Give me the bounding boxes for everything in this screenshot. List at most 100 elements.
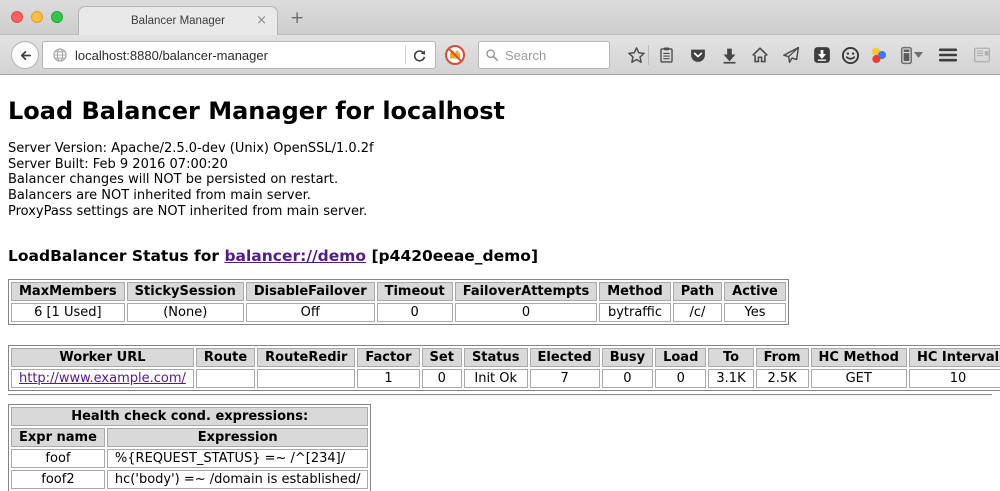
titlebar: Balancer Manager × + [0, 0, 1000, 35]
page-title: Load Balancer Manager for localhost [8, 75, 992, 125]
tab-title: Balancer Manager [131, 15, 225, 27]
table-header-row: MaxMembers StickySession DisableFailover… [11, 282, 786, 301]
column-header: Route [196, 348, 255, 367]
route-value [196, 369, 255, 388]
plugin-block-icon[interactable] [444, 44, 466, 66]
smiley-icon[interactable] [840, 45, 860, 65]
window-controls [11, 11, 63, 23]
minimize-icon[interactable] [31, 11, 43, 23]
table-row: 6 [1 Used] (None) Off 0 0 bytraffic /c/ … [11, 303, 786, 322]
heading-suffix: [p4420eeae_demo] [366, 247, 538, 265]
url-bar[interactable]: localhost:8880/balancer-manager [42, 41, 436, 69]
column-header: FailoverAttempts [455, 282, 598, 301]
hc-method-value: GET [811, 369, 907, 388]
clipboard-icon[interactable] [656, 45, 676, 65]
to-value: 3.1K [708, 369, 753, 388]
reload-button[interactable] [412, 48, 427, 63]
server-version-line: Server Version: Apache/2.5.0-dev (Unix) … [8, 141, 992, 157]
search-icon [485, 48, 499, 62]
worker-url-link[interactable]: http://www.example.com/ [19, 371, 186, 386]
column-header: Method [599, 282, 670, 301]
back-button[interactable] [11, 41, 39, 69]
pocket-icon[interactable] [688, 45, 708, 65]
server-info: Server Version: Apache/2.5.0-dev (Unix) … [8, 141, 992, 220]
table-row: foof %{REQUEST_STATUS} =~ /^[234]/ [11, 449, 368, 468]
column-header: MaxMembers [11, 282, 125, 301]
browser-window: Balancer Manager × + localhost:8880/bala… [0, 0, 1000, 491]
column-header: Busy [602, 348, 653, 367]
download-square-icon[interactable] [812, 45, 832, 65]
factor-value: 1 [357, 369, 419, 388]
home-icon[interactable] [750, 45, 770, 65]
download-icon[interactable] [719, 45, 739, 65]
heading-prefix: LoadBalancer Status for [8, 247, 224, 265]
hamburger-menu-icon[interactable] [938, 45, 958, 65]
proxypass-notice-line: ProxyPass settings are NOT inherited fro… [8, 204, 992, 220]
server-built-line: Server Built: Feb 9 2016 07:00:20 [8, 157, 992, 173]
column-header: Path [673, 282, 722, 301]
worker-url-cell: http://www.example.com/ [11, 369, 194, 388]
path-value: /c/ [673, 303, 722, 322]
url-text[interactable]: localhost:8880/balancer-manager [75, 48, 399, 63]
max-members-value: 6 [1 Used] [11, 303, 125, 322]
tab-close-icon[interactable]: × [256, 13, 267, 28]
active-value: Yes [724, 303, 786, 322]
busy-value: 0 [602, 369, 653, 388]
navigation-toolbar: localhost:8880/balancer-manager [0, 35, 1000, 75]
new-tab-button[interactable]: + [290, 8, 304, 28]
tab-balancer-manager[interactable]: Balancer Manager × [78, 6, 278, 35]
health-check-table: Health check cond. expressions: Expr nam… [8, 404, 371, 491]
timeout-value: 0 [377, 303, 453, 322]
worker-row: http://www.example.com/ 1 0 Init Ok 7 0 … [11, 369, 1000, 388]
balancer-demo-link[interactable]: balancer://demo [224, 247, 366, 265]
column-header: Active [724, 282, 786, 301]
load-value: 0 [655, 369, 706, 388]
send-icon[interactable] [781, 45, 801, 65]
close-icon[interactable] [11, 11, 23, 23]
table-header-row: Worker URL Route RouteRedir Factor Set S… [11, 348, 1000, 367]
table-caption-row: Health check cond. expressions: [11, 407, 368, 426]
column-header: Worker URL [11, 348, 194, 367]
balancer-status-heading: LoadBalancer Status for balancer://demo … [8, 247, 992, 265]
expr-name-value: foof [11, 449, 105, 468]
column-header: Factor [357, 348, 419, 367]
column-header: RouteRedir [257, 348, 355, 367]
column-header: Load [655, 348, 706, 367]
set-value: 0 [422, 369, 462, 388]
persist-notice-line: Balancer changes will NOT be persisted o… [8, 172, 992, 188]
hc-interval-value: 10 [909, 369, 1000, 388]
from-value: 2.5K [756, 369, 809, 388]
globe-icon [52, 47, 68, 63]
sticky-session-value: (None) [127, 303, 244, 322]
table-row: foof2 hc('body') =~ /domain is establish… [11, 470, 368, 489]
column-header: Expression [107, 428, 369, 447]
section-divider [8, 394, 992, 396]
column-header: DisableFailover [246, 282, 375, 301]
toolbar-divider [648, 45, 649, 65]
bookmark-star-icon[interactable] [626, 45, 646, 65]
disable-failover-value: Off [246, 303, 375, 322]
route-redir-value [257, 369, 355, 388]
column-header: StickySession [127, 282, 244, 301]
search-input[interactable] [505, 48, 605, 63]
balancer-settings-table: MaxMembers StickySession DisableFailover… [8, 279, 789, 325]
failover-attempts-value: 0 [455, 303, 598, 322]
column-header: Set [422, 348, 462, 367]
back-icon [18, 48, 33, 63]
zoom-icon[interactable] [51, 11, 63, 23]
table-header-row: Expr name Expression [11, 428, 368, 447]
column-header: HC Interval [909, 348, 1000, 367]
status-value: Init Ok [464, 369, 528, 388]
inherit-notice-line: Balancers are NOT inherited from main se… [8, 188, 992, 204]
reader-icon[interactable] [972, 45, 992, 65]
urlbar-divider [405, 46, 406, 64]
page-content: Load Balancer Manager for localhost Serv… [0, 75, 1000, 490]
health-table-caption: Health check cond. expressions: [11, 407, 368, 426]
column-header: Expr name [11, 428, 105, 447]
expr-name-value: foof2 [11, 470, 105, 489]
dots-icon[interactable] [868, 45, 888, 65]
column-header: HC Method [811, 348, 907, 367]
caret-down-icon[interactable] [912, 45, 924, 65]
method-value: bytraffic [599, 303, 670, 322]
search-bar[interactable] [478, 41, 610, 69]
